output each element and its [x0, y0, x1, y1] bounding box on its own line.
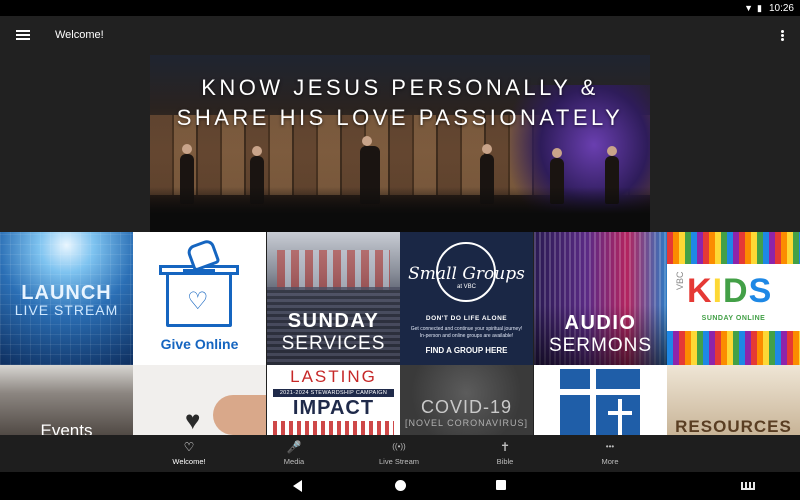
tile-sunday-subtitle: SERVICES — [281, 333, 386, 354]
nav-item-live-stream[interactable]: ((•)) Live Stream — [359, 435, 439, 472]
battery-icon: ▮ — [757, 2, 762, 13]
app-screen: ▼ ▮ 10:26 Welcome! KNOW JESUS PERSONALLY… — [0, 0, 800, 500]
hero-crowd — [150, 187, 650, 232]
nav-item-label: Bible — [496, 457, 514, 466]
back-icon[interactable] — [293, 480, 302, 492]
tile-small-groups-description: Get connected and continue your spiritua… — [410, 326, 523, 339]
hero-heading-line1: KNOW JESUS PERSONALLY & — [201, 75, 599, 100]
tile-lasting-impact[interactable]: LASTING 2021-2024 STEWARDSHIP CAMPAIGN I… — [267, 365, 400, 435]
nav-item-label: Welcome! — [172, 457, 206, 466]
bible-icon: ✝ — [499, 440, 511, 454]
tile-audio-sermons[interactable]: AUDIO SERMONS — [534, 232, 667, 365]
tile-giving-hands[interactable]: ♥ — [133, 365, 266, 435]
more-vert-icon[interactable] — [781, 30, 784, 41]
tile-sunday-services[interactable]: SUNDAY SERVICES — [267, 232, 400, 365]
colored-pencils-top — [667, 232, 800, 264]
tile-covid-19[interactable]: COVID-19 [NOVEL CORONAVIRUS] — [400, 365, 533, 435]
tile-vbc-kids[interactable]: VBC KIDS SUNDAY ONLINE — [667, 232, 800, 365]
tile-audio-subtitle: SERMONS — [548, 335, 653, 356]
tile-covid-title: COVID-19 — [420, 397, 513, 417]
home-icon[interactable] — [395, 480, 406, 491]
tile-small-groups-tagline: DON'T DO LIFE ALONE — [425, 315, 508, 322]
microphone-icon: 🎤 — [286, 440, 302, 454]
tile-covid-subtitle: [NOVEL CORONAVIRUS] — [404, 418, 529, 428]
cross-icon — [560, 389, 640, 395]
tile-events-label: Events — [40, 421, 93, 435]
tile-lasting-band: 2021-2024 STEWARDSHIP CAMPAIGN — [273, 389, 394, 397]
colored-pencils-bottom — [667, 331, 800, 365]
tile-lasting-pattern — [273, 421, 394, 435]
page-title: Welcome! — [55, 29, 104, 41]
broadcast-icon: ((•)) — [392, 442, 406, 451]
status-time: 10:26 — [768, 2, 794, 14]
nav-item-label: Live Stream — [378, 457, 420, 466]
kids-letter-s: S — [748, 272, 773, 310]
sanctuary-stage — [277, 250, 390, 290]
recents-icon[interactable] — [496, 480, 506, 490]
tile-give-online[interactable]: ♡ Give Online — [133, 232, 266, 365]
tile-audio-title: AUDIO — [564, 312, 637, 334]
hero-banner[interactable]: KNOW JESUS PERSONALLY & SHARE HIS LOVE P… — [150, 55, 650, 232]
tile-lasting-impact: IMPACT — [292, 397, 375, 419]
system-navigation-bar — [0, 472, 800, 500]
tile-sunday-title: SUNDAY — [287, 310, 380, 332]
tile-launch-subtitle: LIVE STREAM — [14, 302, 119, 318]
tile-events[interactable]: Events — [0, 365, 133, 435]
tile-give-label: Give Online — [160, 336, 239, 352]
kids-letter-i: I — [712, 272, 724, 310]
small-cross-icon — [608, 411, 632, 415]
tile-launch-live-stream[interactable]: LAUNCH LIVE STREAM — [0, 232, 133, 365]
nav-item-label: More — [601, 457, 619, 466]
heart-icon: ♡ — [187, 288, 209, 315]
tile-kids-subtitle: SUNDAY ONLINE — [701, 315, 766, 322]
wifi-icon: ▼ — [744, 3, 754, 13]
tile-bible[interactable] — [534, 365, 667, 435]
tile-resources[interactable]: RESOURCES — [667, 365, 800, 435]
more-horiz-icon: ••• — [605, 442, 615, 451]
nav-item-bible[interactable]: ✝ Bible — [465, 435, 545, 472]
kids-letter-k: K — [687, 272, 713, 310]
tile-small-groups-sub: at VBC — [456, 284, 476, 290]
bible-cover-icon — [560, 369, 640, 435]
tile-kids-logo: KIDS — [687, 272, 772, 311]
small-cross-icon — [618, 399, 622, 435]
nav-item-media[interactable]: 🎤 Media — [254, 435, 334, 472]
hand-icon — [213, 395, 266, 435]
nav-item-label: Media — [283, 457, 305, 466]
heart-icon: ♡ — [183, 440, 195, 454]
keyboard-icon[interactable] — [741, 482, 755, 490]
status-bar: ▼ ▮ 10:26 — [0, 0, 800, 16]
nav-item-more[interactable]: ••• More — [570, 435, 650, 472]
tile-small-groups-cta: FIND A GROUP HERE — [425, 346, 508, 355]
hamburger-menu-icon[interactable] — [16, 30, 30, 40]
app-bar: Welcome! — [0, 16, 800, 54]
tile-small-groups-title: Small Groups — [408, 264, 525, 284]
bottom-navigation: ♡ Welcome! 🎤 Media ((•)) Live Stream ✝ B… — [0, 435, 800, 472]
black-heart-icon: ♥ — [185, 405, 201, 435]
kids-letter-d: D — [723, 272, 749, 310]
tile-resources-label: RESOURCES — [675, 417, 792, 435]
hero-heading-line2: SHARE HIS LOVE PASSIONATELY — [176, 105, 624, 130]
nav-item-welcome[interactable]: ♡ Welcome! — [149, 435, 229, 472]
tile-small-groups[interactable]: Small Groups at VBC DON'T DO LIFE ALONE … — [400, 232, 533, 365]
tile-kids-vbc: VBC — [675, 271, 685, 290]
cross-icon — [590, 369, 596, 435]
tile-lasting-title: LASTING — [290, 367, 377, 386]
